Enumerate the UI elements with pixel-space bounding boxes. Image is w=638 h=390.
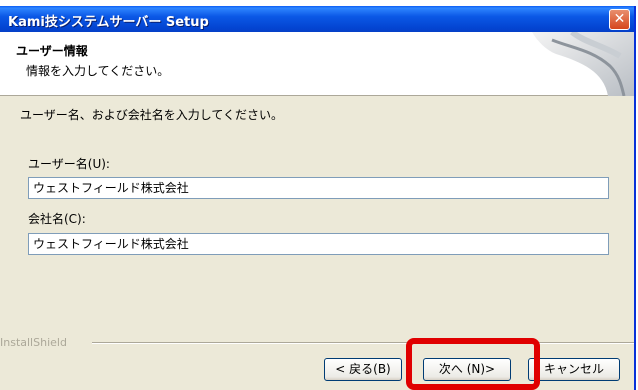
next-button-highlight xyxy=(406,338,540,390)
window-title: Kami技システムサーバー Setup xyxy=(8,15,209,30)
back-button[interactable]: < 戻る(B) xyxy=(324,358,402,381)
header-title: ユーザー情報 xyxy=(16,44,88,58)
close-button[interactable]: ✕ xyxy=(609,9,630,30)
close-icon: ✕ xyxy=(613,11,626,27)
user-name-label: ユーザー名(U): xyxy=(28,157,110,171)
installshield-brand: InstallShield xyxy=(0,336,67,349)
wizard-header: ユーザー情報 情報を入力してください。 xyxy=(0,32,634,96)
instruction-text: ユーザー名、および会社名を入力してください。 xyxy=(20,108,284,122)
setup-dialog: Kami技システムサーバー Setup ✕ ユーザー情報 情報を入力してください… xyxy=(0,6,636,390)
footer-divider xyxy=(92,342,634,344)
cancel-button[interactable]: キャンセル xyxy=(528,358,620,381)
user-name-field[interactable]: ウェストフィールド株式会社 xyxy=(28,177,609,199)
installshield-graphic-icon xyxy=(532,32,634,96)
company-name-label: 会社名(C): xyxy=(28,212,86,226)
title-bar[interactable]: Kami技システムサーバー Setup ✕ xyxy=(0,6,634,32)
company-name-field[interactable]: ウェストフィールド株式会社 xyxy=(28,233,609,255)
header-subtitle: 情報を入力してください。 xyxy=(26,64,170,78)
